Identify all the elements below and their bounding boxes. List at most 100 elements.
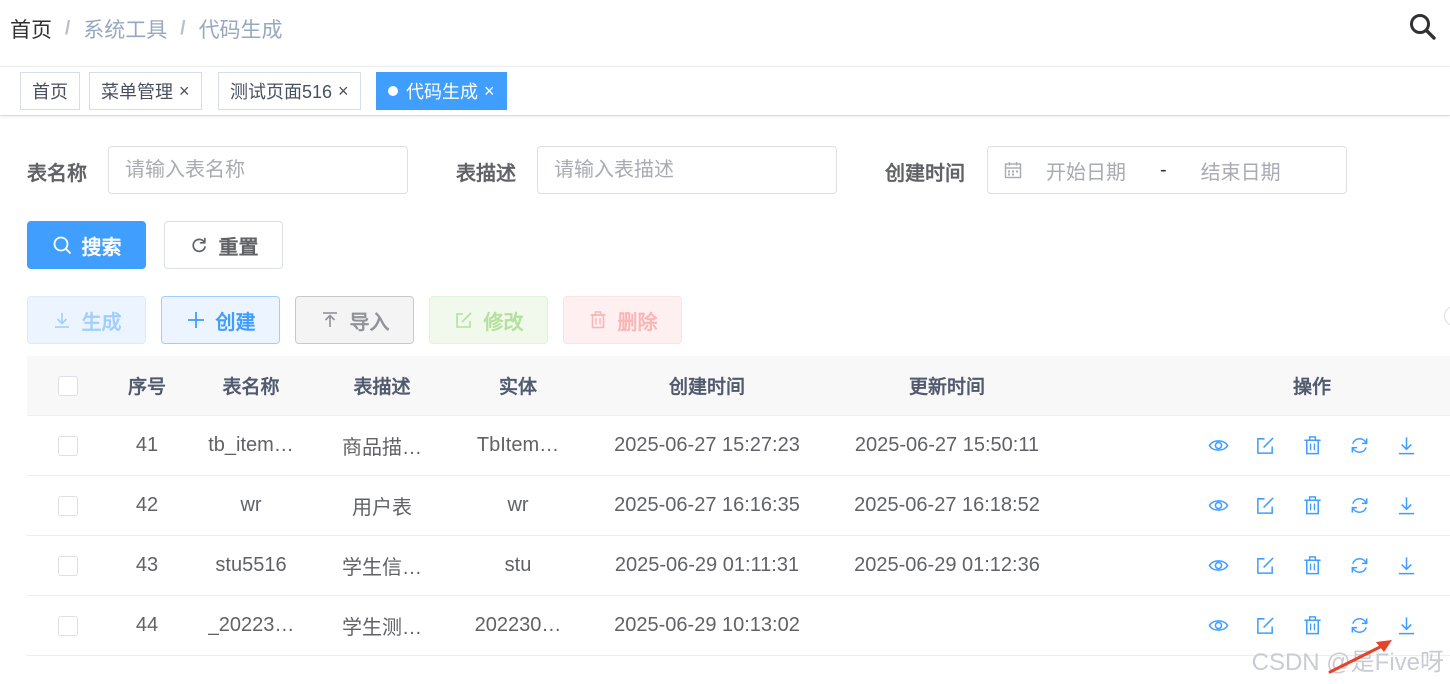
download-icon[interactable] (1396, 615, 1417, 636)
row-checkbox[interactable] (58, 435, 78, 456)
sync-icon[interactable] (1349, 495, 1370, 516)
select-all-checkbox[interactable] (58, 375, 78, 396)
download-icon[interactable] (1396, 495, 1417, 516)
table-name-input[interactable] (108, 146, 408, 194)
eye-icon[interactable] (1208, 435, 1229, 456)
breadcrumb-system-tools: 系统工具 (83, 19, 168, 42)
cell-actions (1187, 536, 1437, 595)
search-icon[interactable] (1408, 12, 1438, 42)
search-icon (53, 236, 71, 254)
close-icon[interactable]: × (338, 82, 349, 100)
generate-button-label: 生成 (81, 311, 122, 334)
cell-index: 42 (107, 476, 187, 535)
tag-home[interactable]: 首页 (20, 72, 80, 110)
right-toolbar-toggle[interactable] (1444, 306, 1450, 326)
import-button[interactable]: 导入 (295, 296, 414, 344)
edit-icon[interactable] (1255, 495, 1276, 516)
table-desc-text: 商品描… (342, 437, 422, 459)
entity-text: stu (504, 554, 532, 576)
header-actions: 操作 (1292, 377, 1331, 398)
reset-button[interactable]: 重置 (164, 221, 283, 269)
generate-button[interactable]: 生成 (27, 296, 146, 344)
row-checkbox[interactable] (58, 495, 78, 516)
delete-icon[interactable] (1302, 615, 1323, 636)
create-button-label: 创建 (215, 311, 256, 334)
range-separator: - (1160, 158, 1167, 181)
cell-table-name: _20223… (192, 596, 310, 655)
row-select[interactable] (47, 476, 89, 535)
delete-icon[interactable] (1302, 435, 1323, 456)
sync-icon[interactable] (1349, 615, 1370, 636)
cell-table-desc: 商品描… (327, 416, 437, 475)
end-date-input[interactable]: 结束日期 (1201, 156, 1281, 185)
eye-icon[interactable] (1208, 555, 1229, 576)
download-icon[interactable] (1396, 555, 1417, 576)
row-checkbox[interactable] (58, 615, 78, 636)
table-desc-input[interactable] (537, 146, 837, 194)
edit-icon[interactable] (1255, 555, 1276, 576)
create-time-label: 创建时间 (885, 163, 965, 185)
edit-button[interactable]: 修改 (429, 296, 548, 344)
reset-button-label: 重置 (218, 236, 259, 259)
cell-table-desc: 学生测… (327, 596, 437, 655)
cell-table-name: tb_item… (192, 416, 310, 475)
sync-icon[interactable] (1349, 435, 1370, 456)
cell-create-time: 2025-06-27 15:27:23 (597, 416, 817, 475)
table-row: 43 stu5516 学生信… stu 2025-06-29 01:11:31 … (27, 536, 1450, 596)
search-button-label: 搜索 (81, 236, 122, 259)
cell-index: 43 (107, 536, 187, 595)
row-checkbox[interactable] (58, 555, 78, 576)
table-name-label: 表名称 (27, 163, 87, 185)
calendar-icon (1004, 162, 1022, 179)
cell-update-time: 2025-06-29 01:12:36 (837, 536, 1057, 595)
header-select-all[interactable] (47, 356, 89, 415)
close-icon[interactable]: × (179, 82, 190, 100)
edit-button-label: 修改 (483, 311, 524, 334)
row-select[interactable] (47, 536, 89, 595)
create-button[interactable]: 创建 (161, 296, 280, 344)
tag-code-gen[interactable]: 代码生成 × (376, 72, 507, 110)
download-icon[interactable] (1396, 435, 1417, 456)
tag-label: 测试页面516 (230, 82, 333, 102)
sync-icon[interactable] (1349, 555, 1370, 576)
edit-icon[interactable] (1255, 615, 1276, 636)
cell-create-time: 2025-06-29 01:11:31 (597, 536, 817, 595)
eye-icon[interactable] (1208, 615, 1229, 636)
cell-actions (1187, 416, 1437, 475)
tag-label: 代码生成 (406, 82, 478, 102)
edit-icon (455, 312, 472, 328)
cell-entity: 202230… (457, 596, 579, 655)
header-entity: 实体 (498, 377, 537, 398)
row-select[interactable] (47, 596, 89, 655)
index-text: 41 (135, 434, 159, 456)
cell-entity: stu (457, 536, 579, 595)
header-table-desc: 表描述 (353, 377, 411, 398)
delete-icon[interactable] (1302, 555, 1323, 576)
breadcrumb: 首页 / 系统工具 / 代码生成 (10, 14, 283, 44)
delete-icon[interactable] (1302, 495, 1323, 516)
edit-icon[interactable] (1255, 435, 1276, 456)
table-row: 41 tb_item… 商品描… TbItem… 2025-06-27 15:2… (27, 416, 1450, 476)
create-time-text: 2025-06-29 10:13:02 (614, 614, 800, 636)
cell-create-time: 2025-06-27 16:16:35 (597, 476, 817, 535)
header-create-time: 创建时间 (668, 377, 745, 398)
cell-table-name: wr (192, 476, 310, 535)
cell-entity: wr (457, 476, 579, 535)
tag-menu-management[interactable]: 菜单管理 × (89, 72, 202, 110)
eye-icon[interactable] (1208, 495, 1229, 516)
table-desc-text: 学生测… (342, 617, 422, 639)
table-name-text: tb_item… (208, 434, 294, 456)
breadcrumb-home[interactable]: 首页 (10, 14, 52, 44)
row-select[interactable] (47, 416, 89, 475)
create-time-text: 2025-06-27 16:16:35 (614, 494, 800, 516)
tag-test-page[interactable]: 测试页面516 × (218, 72, 361, 110)
start-date-input[interactable]: 开始日期 (1046, 156, 1126, 185)
update-time-text: 2025-06-29 01:12:36 (854, 554, 1040, 576)
index-text: 43 (135, 554, 159, 576)
create-time-range-picker[interactable]: 开始日期 - 结束日期 (987, 146, 1347, 194)
search-button[interactable]: 搜索 (27, 221, 146, 269)
close-icon[interactable]: × (484, 82, 495, 100)
table-name-text: stu5516 (215, 554, 287, 576)
entity-text: TbItem… (476, 434, 560, 456)
delete-button[interactable]: 删除 (563, 296, 682, 344)
